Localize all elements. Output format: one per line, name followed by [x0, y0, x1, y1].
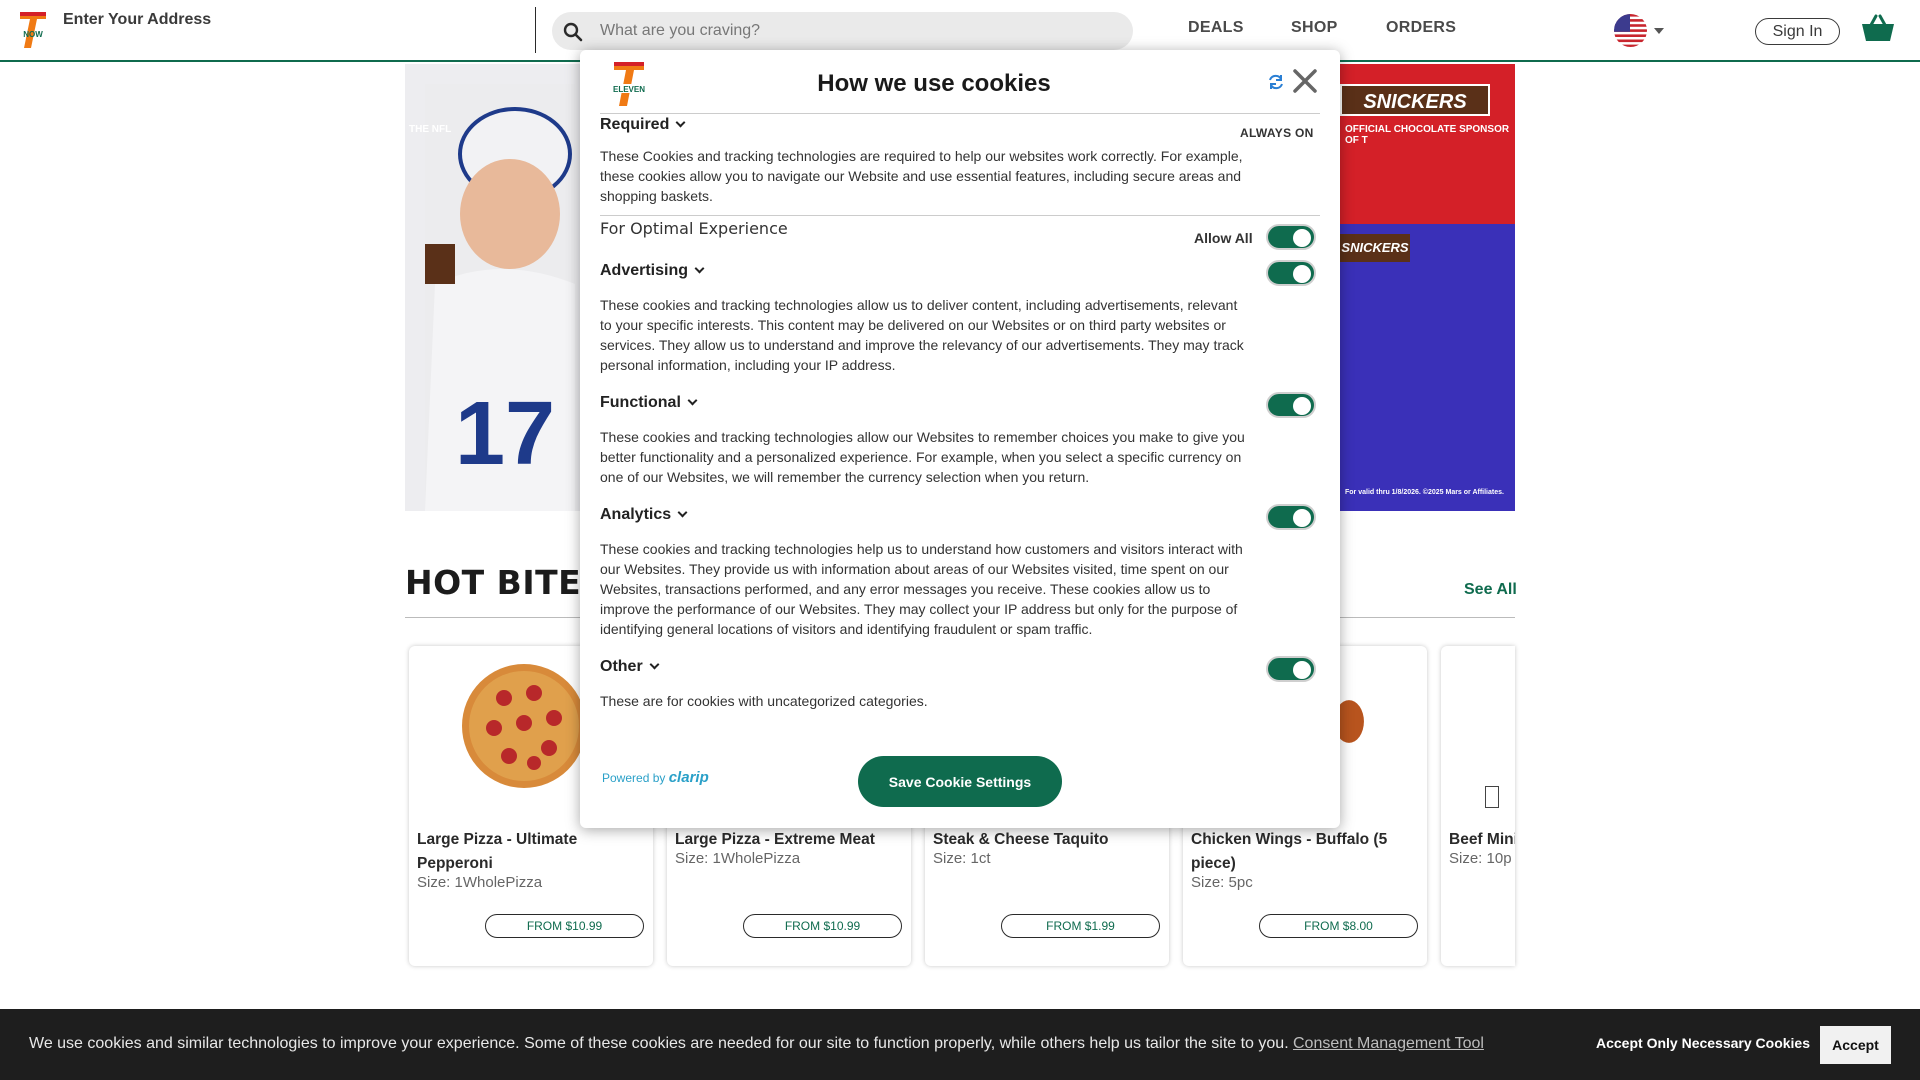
nav-deals[interactable]: DEALS	[1188, 19, 1244, 37]
product-size: Size: 1WholePizza	[417, 874, 543, 891]
product-size: Size: 1ct	[933, 850, 991, 867]
header-divider	[535, 7, 536, 53]
snickers-bar-image: SNICKERS	[1340, 234, 1410, 262]
toggle-knob	[1293, 265, 1311, 283]
other-description: These are for cookies with uncategorized…	[600, 693, 928, 709]
analytics-toggle[interactable]	[1266, 504, 1316, 530]
price-button[interactable]: FROM $1.99	[1001, 914, 1160, 938]
us-flag-icon[interactable]	[1614, 14, 1647, 47]
close-icon[interactable]	[1292, 68, 1318, 94]
accept-button[interactable]: Accept	[1820, 1026, 1891, 1064]
product-name[interactable]: Large Pizza - Extreme Meat	[675, 828, 900, 852]
dialog-divider	[600, 113, 1320, 114]
hero-right-tag: OFFICIAL CHOCOLATE SPONSOR OF T	[1345, 124, 1510, 146]
football-player-image: 17	[425, 84, 575, 511]
other-toggle[interactable]	[1266, 656, 1316, 682]
cookie-consent-bar: We use cookies and similar technologies …	[0, 1009, 1920, 1080]
analytics-description: These cookies and tracking technologies …	[600, 541, 1243, 637]
powered-by-label: Powered by	[602, 771, 666, 785]
always-on-status: ALWAYS ON	[1240, 126, 1314, 140]
other-heading[interactable]: Other	[600, 658, 660, 676]
other-label: Other	[600, 658, 643, 675]
search-icon[interactable]	[562, 21, 584, 43]
consent-management-link[interactable]: Consent Management Tool	[1293, 1035, 1484, 1053]
advertising-toggle[interactable]	[1266, 260, 1316, 286]
toggle-knob	[1293, 397, 1311, 415]
toggle-knob	[1293, 229, 1311, 247]
advertising-heading[interactable]: Advertising	[600, 262, 705, 280]
chevron-down-icon[interactable]	[694, 263, 705, 274]
functional-label: Functional	[600, 394, 681, 411]
analytics-heading[interactable]: Analytics	[600, 506, 688, 524]
product-name[interactable]: Chicken Wings - Buffalo (5 piece)	[1191, 828, 1416, 876]
functional-description: These cookies and tracking technologies …	[600, 429, 1245, 485]
product-name[interactable]: Steak & Cheese Taquito	[933, 828, 1158, 852]
functional-toggle[interactable]	[1266, 392, 1316, 418]
required-description: These Cookies and tracking technologies …	[600, 148, 1243, 204]
product-name[interactable]: Beef Mini	[1449, 828, 1515, 852]
cookie-settings-dialog: ELEVEN How we use cookies Required ALWAY…	[580, 50, 1340, 828]
product-size: Size: 5pc	[1191, 874, 1253, 891]
dialog-title: How we use cookies	[817, 70, 1051, 97]
sign-in-button[interactable]: Sign In	[1755, 18, 1840, 45]
chevron-down-icon[interactable]	[675, 117, 686, 128]
hero-fine-print: For valid thru 1/8/2026. ©2025 Mars or A…	[1345, 489, 1504, 496]
chevron-down-icon[interactable]	[687, 395, 698, 406]
enter-address-link[interactable]: Enter Your Address	[63, 11, 211, 29]
svg-text:NOW: NOW	[23, 30, 43, 39]
analytics-label: Analytics	[600, 506, 672, 523]
optimal-experience-heading: For Optimal Experience	[600, 219, 788, 238]
see-all-link[interactable]: See All	[1464, 581, 1517, 599]
nav-shop[interactable]: SHOP	[1291, 19, 1338, 37]
required-heading[interactable]: Required	[600, 116, 686, 134]
chevron-down-icon[interactable]	[677, 507, 688, 518]
search-input[interactable]	[600, 20, 1120, 42]
save-cookie-settings-button[interactable]: Save Cookie Settings	[858, 756, 1062, 807]
nav-orders[interactable]: ORDERS	[1386, 19, 1456, 37]
advertising-description: These cookies and tracking technologies …	[600, 297, 1244, 373]
toggle-knob	[1293, 509, 1311, 527]
chevron-down-icon[interactable]	[649, 659, 660, 670]
allow-all-toggle[interactable]	[1266, 224, 1316, 250]
chicken-wings-image	[1334, 700, 1364, 743]
search-bar[interactable]	[552, 12, 1133, 50]
broken-image-icon	[1485, 786, 1499, 808]
product-size: Size: 1WholePizza	[675, 850, 801, 867]
country-dropdown-icon[interactable]	[1654, 28, 1664, 34]
svg-text:17: 17	[455, 384, 555, 484]
product-name[interactable]: Large Pizza - Ultimate Pepperoni	[417, 828, 642, 876]
hero-left-tag: THE NFL	[409, 124, 452, 135]
dialog-divider	[600, 215, 1320, 216]
powered-by-clarip[interactable]: Powered by clarip	[602, 769, 709, 786]
clarip-logo: clarip	[668, 769, 709, 786]
toggle-knob	[1293, 661, 1311, 679]
accept-necessary-button[interactable]: Accept Only Necessary Cookies	[1596, 1035, 1810, 1051]
price-button[interactable]: FROM $10.99	[485, 914, 644, 938]
price-button[interactable]: FROM $10.99	[743, 914, 902, 938]
price-button[interactable]: FROM $8.00	[1259, 914, 1418, 938]
basket-icon[interactable]	[1861, 13, 1895, 43]
product-card-partial[interactable]: Beef Mini Size: 10p	[1441, 646, 1515, 966]
cookie-bar-message: We use cookies and similar technologies …	[29, 1035, 1289, 1052]
pepperoni-pizza-image	[462, 664, 586, 788]
product-size: Size: 10p	[1449, 850, 1512, 867]
advertising-label: Advertising	[600, 262, 689, 279]
snickers-logo: SNICKERS	[1340, 84, 1490, 116]
hero-right-panel	[1340, 224, 1515, 511]
seven-eleven-now-logo[interactable]: NOW	[17, 10, 49, 50]
functional-heading[interactable]: Functional	[600, 394, 698, 412]
allow-all-label: Allow All	[1194, 230, 1253, 246]
required-label: Required	[600, 116, 670, 133]
hot-bites-heading: HOT BITES	[405, 563, 606, 602]
refresh-icon[interactable]	[1266, 72, 1286, 92]
